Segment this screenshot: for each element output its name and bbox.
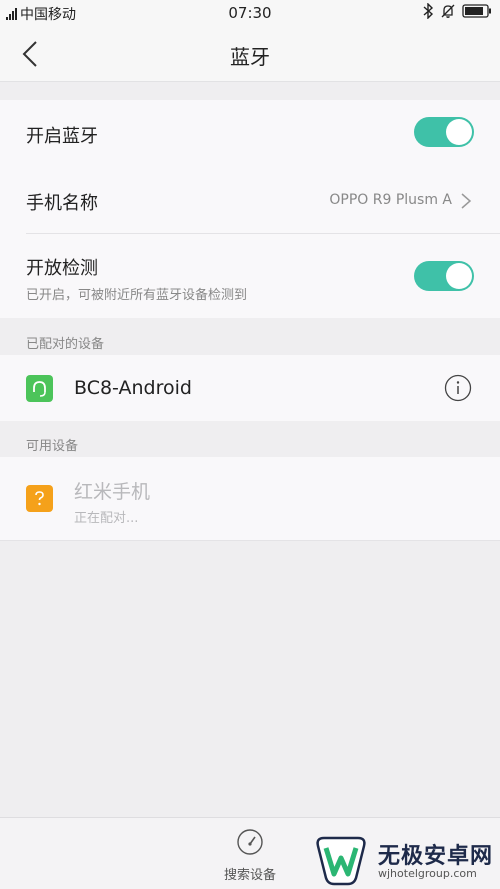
phone-name-row[interactable]: 手机名称 OPPO R9 Plusm A [0,166,500,233]
page-title: 蓝牙 [230,45,270,69]
info-icon[interactable] [444,374,472,402]
nav-bar: 蓝牙 [0,26,500,82]
watermark-title: 无极安卓网 [378,844,494,869]
paired-device-row[interactable]: BC8-Android [0,355,500,421]
bluetooth-icon [423,3,434,19]
status-bar: 中国移动 07:30 [0,0,500,26]
available-device-row[interactable]: 红米手机 正在配对... [0,457,500,541]
bluetooth-toggle-label: 开启蓝牙 [26,126,98,147]
open-detection-row[interactable]: 开放检测 已开启，可被附近所有蓝牙设备检测到 [0,234,500,318]
open-detection-subtitle: 已开启，可被附近所有蓝牙设备检测到 [26,288,248,303]
watermark-logo-icon [316,836,366,886]
search-devices-button[interactable]: 搜索设备 [212,828,288,884]
paired-device-name: BC8-Android [74,377,192,399]
question-icon [26,485,53,512]
available-device-status: 正在配对... [74,511,139,526]
watermark: 无极安卓网 wjhotelgroup.com [312,832,500,889]
bluetooth-settings-card: 开启蓝牙 手机名称 OPPO R9 Plusm A 开放检测 已开启，可被附近所… [0,100,500,318]
mute-icon [441,4,455,18]
headset-icon [26,375,53,402]
bluetooth-toggle-row[interactable]: 开启蓝牙 [0,100,500,166]
open-detection-label: 开放检测 [26,258,98,279]
watermark-url: wjhotelgroup.com [378,867,477,880]
speedometer-icon [237,829,263,855]
open-detection-toggle[interactable] [414,261,474,291]
paired-section-header: 已配对的设备 [26,337,105,352]
available-device-name: 红米手机 [74,481,151,503]
phone-name-label: 手机名称 [26,193,98,214]
bluetooth-toggle[interactable] [414,117,474,147]
available-section-header: 可用设备 [26,439,79,454]
battery-icon [462,4,491,18]
phone-name-value: OPPO R9 Plusm A [329,192,452,208]
chevron-right-icon [461,193,472,209]
search-devices-label: 搜索设备 [223,868,276,883]
status-right [422,3,492,19]
